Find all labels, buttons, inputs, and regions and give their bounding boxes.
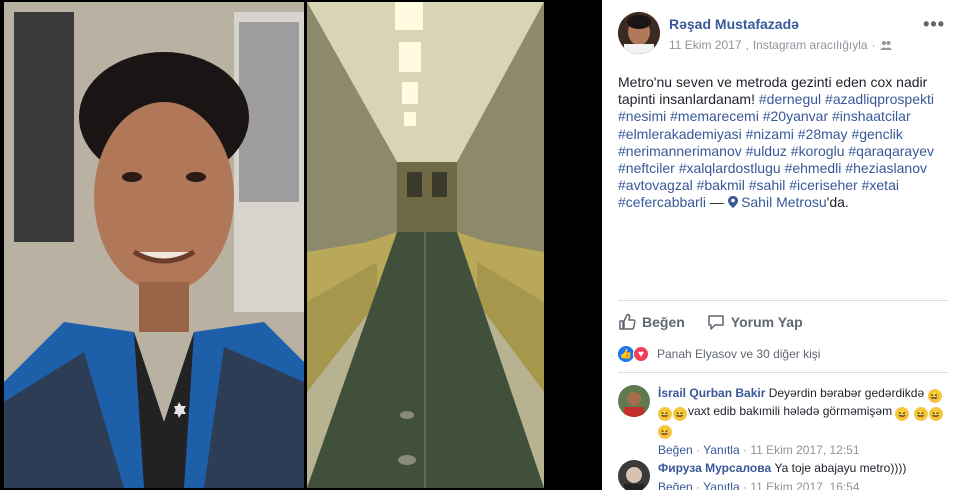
author-avatar[interactable] (618, 12, 660, 54)
comment-text: Ya toje abajayu metro)))) (774, 461, 907, 475)
hashtag-link[interactable]: #azadliqprospekti (825, 91, 934, 107)
reactions-bar[interactable]: 👍 ♥ Panah Elyasov ve 30 diğer kişi (618, 346, 948, 362)
meta-separator: · (742, 443, 747, 457)
meta-separator: · (696, 443, 701, 457)
love-reaction-icon: ♥ (633, 346, 649, 362)
laughing-emoji-icon: 😆 (658, 425, 672, 439)
hashtag-link[interactable]: #heziaslanov (845, 160, 927, 176)
laughing-emoji-icon: 😆 (658, 407, 672, 421)
laughing-emoji-icon: 😆 (673, 407, 687, 421)
meta-separator: · (742, 480, 747, 490)
comment-label: Yorum Yap (730, 313, 803, 330)
comment-text-continued: vaxt edib bakımili hələdə görməmişəm (688, 404, 893, 418)
commenter-avatar-image (618, 385, 650, 417)
commenter-avatar[interactable] (618, 385, 650, 417)
avatar-image (618, 12, 660, 54)
post-body: Metro'nu seven ve metroda gezinti eden c… (618, 74, 948, 213)
hashtag-link[interactable]: #genclik (851, 126, 902, 142)
hashtag-link[interactable]: #neftciler (618, 160, 675, 176)
commenter-avatar[interactable] (618, 460, 650, 490)
comment-like-link[interactable]: Beğen (658, 443, 693, 457)
hashtag-link[interactable]: #cefercabbarli (618, 194, 706, 210)
like-button[interactable]: Beğen (618, 307, 685, 331)
hashtag-link[interactable]: #xetai (862, 177, 899, 193)
comment-reply-link[interactable]: Yanıtla (703, 443, 739, 457)
laughing-emoji-icon: 😆 (895, 407, 910, 421)
hashtag-link[interactable]: #nerimannerimanov (618, 143, 742, 159)
post-panel: Rəşad Mustafazadə 11 Ekim 2017, Instagra… (602, 0, 963, 490)
location-pin-icon (727, 196, 741, 210)
divider (618, 372, 948, 373)
post-date[interactable]: 11 Ekim 2017 (669, 38, 742, 52)
post-actions: Beğen Yorum Yap (618, 300, 948, 336)
post-meta: 11 Ekim 2017, Instagram aracılığıyla · (669, 38, 892, 52)
hashtag-list: #dernegul #azadliqprospekti #nesimi #mem… (618, 91, 934, 210)
photo-viewer[interactable] (0, 0, 602, 490)
friends-icon[interactable] (879, 40, 892, 50)
hashtag-link[interactable]: #iceriseher (789, 177, 857, 193)
like-label: Beğen (642, 313, 685, 330)
hashtag-link[interactable]: #bakmil (697, 177, 745, 193)
hashtag-link[interactable]: #sahil (749, 177, 786, 193)
selfie-photo[interactable] (4, 2, 304, 488)
meta-separator: · (696, 480, 701, 490)
hashtag-link[interactable]: #avtovagzal (618, 177, 693, 193)
laughing-emoji-icon: 😆 (928, 407, 943, 421)
comment-time[interactable]: 11 Ekim 2017, 16:54 (750, 480, 859, 490)
comment-button[interactable]: Yorum Yap (707, 307, 803, 331)
hashtag-link[interactable]: #qaraqarayev (848, 143, 934, 159)
hashtag-link[interactable]: #memarecemi (670, 108, 759, 124)
metro-car-photo[interactable] (307, 2, 544, 488)
place-prefix: — (709, 194, 724, 211)
laughing-emoji-icon: 😆 (927, 389, 942, 403)
hashtag-link[interactable]: #20yanvar (763, 108, 828, 124)
comment-body: İsrail Qurban Bakir Deyərdin bərabər ged… (658, 385, 948, 458)
laughing-emoji-icon: 😆 (913, 407, 928, 421)
hashtag-link[interactable]: #nesimi (618, 108, 666, 124)
hashtag-link[interactable]: #inshaatcilar (832, 108, 911, 124)
place-suffix: 'da. (826, 194, 849, 211)
hashtag-link[interactable]: #dernegul (759, 91, 821, 107)
comment-text: Deyərdin bərabər gedərdikdə (768, 386, 925, 400)
comment-like-link[interactable]: Beğen (658, 480, 693, 490)
selfie-illustration (4, 2, 304, 488)
metro-illustration (307, 2, 544, 488)
commenter-name[interactable]: Фируза Мурсалова (658, 461, 771, 475)
hashtag-link[interactable]: #koroglu (791, 143, 845, 159)
comment-meta: Beğen · Yanıtla · 11 Ekim 2017, 16:54 (658, 479, 948, 490)
comment-icon (708, 314, 724, 330)
hashtag-link[interactable]: #xalqlardostlugu (679, 160, 781, 176)
commenter-avatar-image (618, 460, 650, 490)
like-reaction-icon: 👍 (618, 346, 634, 362)
place-link[interactable]: Sahil Metrosu (741, 194, 827, 210)
hashtag-link[interactable]: #nizami (746, 126, 794, 142)
post-via: Instagram aracılığıyla (752, 38, 868, 52)
comment-body: Фируза Мурсалова Ya toje abajayu metro))… (658, 460, 948, 490)
hashtag-link[interactable]: #28may (798, 126, 848, 142)
more-options-button[interactable]: ••• (923, 14, 945, 35)
hashtag-link[interactable]: #ulduz (746, 143, 787, 159)
commenter-name[interactable]: İsrail Qurban Bakir (658, 386, 765, 400)
reactions-summary[interactable]: Panah Elyasov ve 30 diğer kişi (657, 347, 820, 361)
hashtag-link[interactable]: #ehmedli (785, 160, 842, 176)
hashtag-link[interactable]: #elmlerakademiyasi (618, 126, 742, 142)
thumbs-up-icon (619, 313, 636, 330)
comment-reply-link[interactable]: Yanıtla (703, 480, 739, 490)
comment-time[interactable]: 11 Ekim 2017, 12:51 (750, 443, 859, 457)
meta-separator: · (871, 38, 876, 52)
comment-meta: Beğen · Yanıtla · 11 Ekim 2017, 12:51 (658, 442, 948, 458)
author-name[interactable]: Rəşad Mustafazadə (669, 16, 799, 32)
